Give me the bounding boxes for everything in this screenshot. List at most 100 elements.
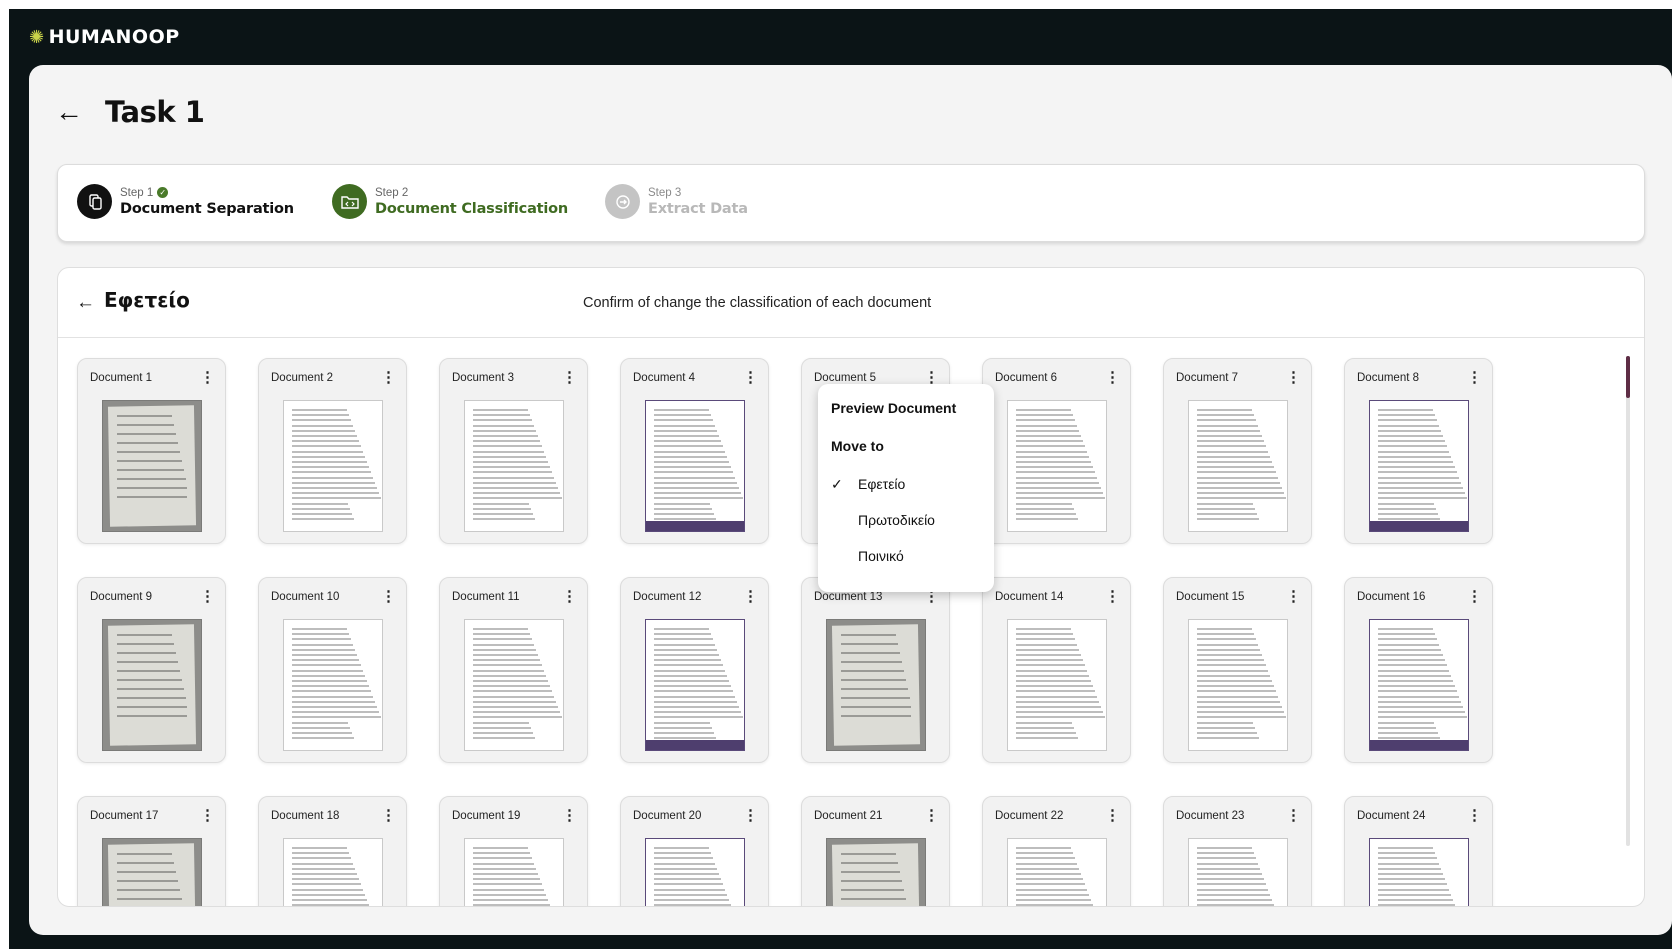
document-thumbnail[interactable] [464, 400, 564, 532]
step-1[interactable]: Step 1 ✓ Document Separation [77, 184, 294, 219]
back-arrow-icon[interactable]: ← [55, 98, 83, 126]
document-tile[interactable]: Document 22 ⋮ [982, 796, 1131, 906]
document-thumbnail[interactable] [1369, 838, 1469, 906]
document-tile[interactable]: Document 23 ⋮ [1163, 796, 1312, 906]
document-thumbnail[interactable] [1188, 619, 1288, 751]
document-thumbnail[interactable] [283, 400, 383, 532]
document-tile[interactable]: Document 8 ⋮ [1344, 358, 1493, 544]
document-tile[interactable]: Document 7 ⋮ [1163, 358, 1312, 544]
document-tile[interactable]: Document 2 ⋮ [258, 358, 407, 544]
document-tile[interactable]: Document 10 ⋮ [258, 577, 407, 763]
document-tile[interactable]: Document 19 ⋮ [439, 796, 588, 906]
document-thumbnail[interactable] [283, 619, 383, 751]
step-2[interactable]: Step 2 Document Classification [332, 184, 568, 219]
text-line [473, 659, 540, 662]
document-thumbnail[interactable] [1188, 400, 1288, 532]
document-thumbnail[interactable] [283, 838, 383, 906]
document-tile[interactable]: Document 1 ⋮ [77, 358, 226, 544]
document-thumbnail[interactable] [464, 838, 564, 906]
document-thumbnail[interactable] [826, 619, 926, 751]
preview-document-item[interactable]: Preview Document [818, 398, 994, 436]
document-tile[interactable]: Document 9 ⋮ [77, 577, 226, 763]
document-thumbnail[interactable] [1369, 400, 1469, 532]
kebab-menu-icon[interactable]: ⋮ [200, 589, 215, 604]
move-option-protodikeio[interactable]: Πρωτοδικείο [818, 510, 994, 546]
document-thumbnail[interactable] [1188, 838, 1288, 906]
document-tile[interactable]: Document 14 ⋮ [982, 577, 1131, 763]
document-tile[interactable]: Document 15 ⋮ [1163, 577, 1312, 763]
kebab-menu-icon[interactable]: ⋮ [1105, 808, 1120, 823]
kebab-menu-icon[interactable]: ⋮ [743, 589, 758, 604]
kebab-menu-icon[interactable]: ⋮ [743, 808, 758, 823]
document-tile[interactable]: Document 12 ⋮ [620, 577, 769, 763]
kebab-menu-icon[interactable]: ⋮ [381, 808, 396, 823]
document-thumbnail[interactable] [1007, 838, 1107, 906]
document-tile[interactable]: Document 6 ⋮ [982, 358, 1131, 544]
text-line [473, 440, 540, 443]
kebab-menu-icon[interactable]: ⋮ [924, 370, 939, 385]
text-line [1197, 492, 1284, 495]
kebab-menu-icon[interactable]: ⋮ [924, 808, 939, 823]
text-line [1378, 857, 1437, 860]
text-line [1197, 481, 1280, 484]
kebab-menu-icon[interactable]: ⋮ [1467, 589, 1482, 604]
document-thumbnail[interactable] [102, 838, 202, 906]
document-tile[interactable]: Document 18 ⋮ [258, 796, 407, 906]
text-line [654, 424, 715, 427]
document-thumbnail[interactable] [645, 619, 745, 751]
text-line [1378, 633, 1435, 636]
text-line [1378, 445, 1447, 448]
document-tile[interactable]: Document 21 ⋮ [801, 796, 950, 906]
kebab-menu-icon[interactable]: ⋮ [381, 370, 396, 385]
step-3[interactable]: Step 3 Extract Data [605, 184, 748, 219]
document-thumbnail[interactable] [645, 400, 745, 532]
document-thumbnail[interactable] [826, 838, 926, 906]
text-line [1197, 706, 1282, 708]
text-line [654, 654, 719, 656]
brand-logo[interactable]: ✺ HUMANOOP [29, 26, 180, 48]
scrollbar-thumb[interactable] [1626, 356, 1630, 398]
document-thumbnail[interactable] [1369, 619, 1469, 751]
text-line [1016, 893, 1089, 896]
kebab-menu-icon[interactable]: ⋮ [1286, 589, 1301, 604]
text-line [1016, 471, 1095, 474]
document-thumbnail[interactable] [102, 400, 202, 532]
kebab-menu-icon[interactable]: ⋮ [743, 370, 758, 385]
back-arrow-icon[interactable]: ← [76, 292, 95, 314]
document-thumbnail[interactable] [464, 619, 564, 751]
document-tile[interactable]: Document 16 ⋮ [1344, 577, 1493, 763]
kebab-menu-icon[interactable]: ⋮ [1105, 370, 1120, 385]
text-line [1378, 507, 1436, 510]
document-tile[interactable]: Document 4 ⋮ [620, 358, 769, 544]
kebab-menu-icon[interactable]: ⋮ [381, 589, 396, 604]
move-option-poiniko[interactable]: Ποινικό [818, 546, 994, 582]
text-line [292, 643, 353, 646]
document-tile[interactable]: Document 13 ⋮ [801, 577, 950, 763]
document-tile[interactable]: Document 24 ⋮ [1344, 796, 1493, 906]
kebab-menu-icon[interactable]: ⋮ [200, 370, 215, 385]
kebab-menu-icon[interactable]: ⋮ [1286, 808, 1301, 823]
document-tile[interactable]: Document 11 ⋮ [439, 577, 588, 763]
kebab-menu-icon[interactable]: ⋮ [562, 370, 577, 385]
text-line [473, 487, 558, 489]
text-line [1197, 867, 1260, 870]
document-tile[interactable]: Document 20 ⋮ [620, 796, 769, 906]
scrollbar[interactable] [1626, 356, 1630, 846]
kebab-menu-icon[interactable]: ⋮ [1467, 370, 1482, 385]
document-tile[interactable]: Document 17 ⋮ [77, 796, 226, 906]
kebab-menu-icon[interactable]: ⋮ [562, 808, 577, 823]
kebab-menu-icon[interactable]: ⋮ [1467, 808, 1482, 823]
move-option-efeteio[interactable]: ✓ Εφετείο [818, 474, 994, 510]
kebab-menu-icon[interactable]: ⋮ [200, 808, 215, 823]
document-thumbnail[interactable] [1007, 400, 1107, 532]
text-line [292, 445, 361, 448]
text-line [473, 424, 534, 427]
kebab-menu-icon[interactable]: ⋮ [562, 589, 577, 604]
text-line [1016, 445, 1085, 448]
document-thumbnail[interactable] [645, 838, 745, 906]
kebab-menu-icon[interactable]: ⋮ [1286, 370, 1301, 385]
kebab-menu-icon[interactable]: ⋮ [1105, 589, 1120, 604]
document-thumbnail[interactable] [1007, 619, 1107, 751]
document-tile[interactable]: Document 3 ⋮ [439, 358, 588, 544]
document-thumbnail[interactable] [102, 619, 202, 751]
